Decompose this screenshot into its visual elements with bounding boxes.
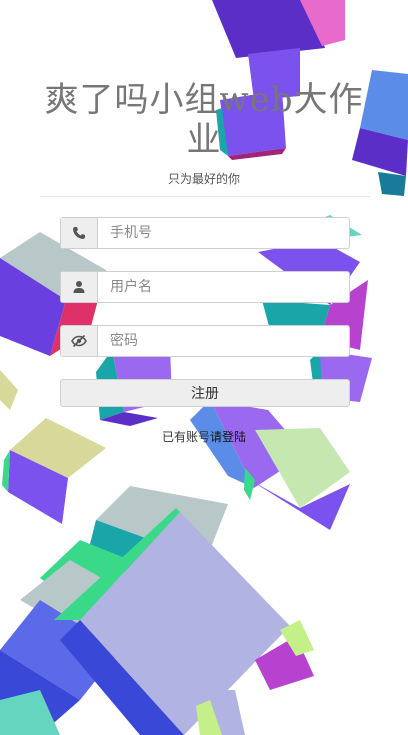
phone-input[interactable] — [98, 218, 349, 248]
login-prompt-text: 已有账号 — [161, 430, 210, 444]
page-title: 爽了吗小组web大作业 — [44, 80, 364, 160]
password-input[interactable] — [98, 326, 349, 356]
login-link[interactable]: 请登陆 — [210, 430, 246, 444]
username-input[interactable] — [98, 272, 349, 302]
password-field — [60, 325, 350, 357]
register-button[interactable]: 注册 — [60, 379, 350, 407]
eye-slash-icon[interactable] — [61, 326, 98, 356]
phone-icon — [61, 218, 98, 248]
login-prompt: 已有账号请登陆 — [0, 428, 408, 445]
phone-field — [60, 217, 350, 249]
divider — [40, 196, 370, 197]
page-subtitle: 只为最好的你 — [167, 172, 240, 186]
register-page: 爽了吗小组web大作业 只为最好的你 注册 已有账号请登陆 — [0, 0, 408, 735]
user-icon — [61, 272, 98, 302]
username-field — [60, 271, 350, 303]
